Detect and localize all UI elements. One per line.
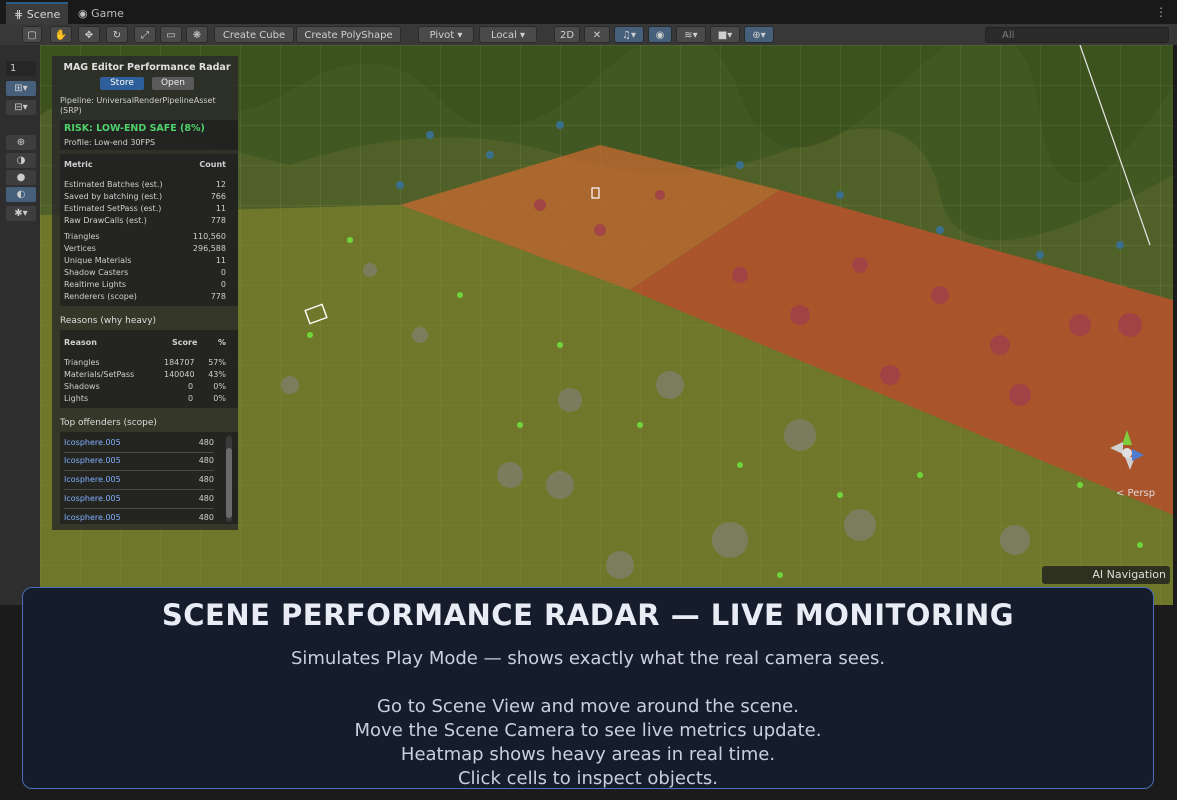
shading-lit-icon[interactable]: ◐ xyxy=(6,187,36,202)
risk-label: RISK: LOW-END SAFE (8%) xyxy=(64,123,205,134)
reason-row: Materials/SetPass 140040 43% xyxy=(64,370,226,379)
gamepad-icon: ◉ xyxy=(78,7,88,20)
move-tool-icon[interactable]: ✥ xyxy=(78,26,100,43)
more-options-icon[interactable]: ⋮ xyxy=(1155,5,1167,19)
scale-tool-icon[interactable]: ⤢ xyxy=(134,26,156,43)
audio-toggle-icon[interactable]: ♫▾ xyxy=(614,26,644,43)
ai-navigation-button[interactable]: AI Navigation xyxy=(1042,566,1170,584)
draw-mode-icon[interactable]: ✱▾ xyxy=(6,206,36,221)
rotate-tool-icon[interactable]: ↻ xyxy=(106,26,128,43)
rect-tool-icon[interactable]: ▭ xyxy=(160,26,182,43)
reason-row: Shadows 0 0% xyxy=(64,382,226,391)
tab-bar: ⋕ Scene ◉ Game ⋮ xyxy=(0,0,1177,25)
metric-row: Unique Materials 11 xyxy=(64,256,226,265)
offender-item[interactable]: Icosphere.005 480 xyxy=(64,475,214,490)
visibility-icon[interactable]: ◉ xyxy=(648,26,672,43)
increment-snap-icon[interactable]: ⊟▾ xyxy=(6,100,36,115)
shading-solid-icon[interactable]: ● xyxy=(6,170,36,185)
lighting-toggle-icon[interactable]: ✕ xyxy=(584,26,610,43)
offender-item[interactable]: Icosphere.005 480 xyxy=(64,438,214,453)
grid-snap-icon[interactable]: ⊞▾ xyxy=(6,81,36,96)
metric-row: Renderers (scope) 778 xyxy=(64,292,226,301)
layers-icon[interactable]: ≋▾ xyxy=(676,26,706,43)
metric-row: Saved by batching (est.) 766 xyxy=(64,192,226,201)
metric-row: Shadow Casters 0 xyxy=(64,268,226,277)
offender-item[interactable]: Icosphere.005 480 xyxy=(64,513,214,527)
caption-title: SCENE PERFORMANCE RADAR — LIVE MONITORIN… xyxy=(161,598,1015,632)
grid-icon: ⋕ xyxy=(14,8,24,21)
offenders-title: Top offenders (scope) xyxy=(60,418,157,428)
offender-item[interactable]: Icosphere.005 480 xyxy=(64,494,214,509)
reasons-header: Reason Score % xyxy=(64,338,226,347)
tab-game[interactable]: ◉ Game xyxy=(70,3,132,24)
metric-row: Estimated SetPass (est.) 11 xyxy=(64,204,226,213)
offenders-scrollbar[interactable] xyxy=(226,436,232,522)
profile-label: Profile: Low-end 30FPS xyxy=(64,138,156,147)
search-input[interactable]: All xyxy=(985,27,1169,43)
shading-mixed-icon[interactable]: ◑ xyxy=(6,153,36,168)
create-polyshape-button[interactable]: Create PolyShape xyxy=(296,26,401,43)
metric-row: Raw DrawCalls (est.) 778 xyxy=(64,216,226,225)
persp-label[interactable]: < Persp xyxy=(1116,488,1155,499)
mode-2d-button[interactable]: 2D xyxy=(554,26,580,43)
tab-scene[interactable]: ⋕ Scene xyxy=(6,2,69,25)
metrics-header: Metric Count xyxy=(64,160,226,169)
metric-row: Triangles 110,560 xyxy=(64,232,226,241)
scene-toolbar: ▢ ✋ ✥ ↻ ⤢ ▭ ❋ Create Cube Create PolySha… xyxy=(0,24,1177,45)
risk-box: RISK: LOW-END SAFE (8%) Profile: Low-end… xyxy=(60,120,238,150)
hand-tool-icon[interactable]: ✋ xyxy=(50,26,72,43)
store-button[interactable]: Store xyxy=(100,77,144,90)
caption-line: Heatmap shows heavy areas in real time. xyxy=(400,744,776,765)
metric-row: Realtime Lights 0 xyxy=(64,280,226,289)
pipeline-text: Pipeline: UniversalRenderPipelineAsset (… xyxy=(60,96,216,115)
open-button[interactable]: Open xyxy=(152,77,194,90)
transform-tool-icon[interactable]: ❋ xyxy=(186,26,208,43)
left-tool-strip: 1 ⊞▾ ⊟▾ ⊕ ◑ ● ◐ ✱▾ xyxy=(0,45,40,605)
reasons-title: Reasons (why heavy) xyxy=(60,316,157,326)
camera-icon[interactable]: ■▾ xyxy=(710,26,740,43)
offender-item[interactable]: Icosphere.005 480 xyxy=(64,456,214,471)
reason-row: Triangles 184707 57% xyxy=(64,358,226,367)
metric-row: Vertices 296,588 xyxy=(64,244,226,253)
performance-radar-panel: MAG Editor Performance Radar Store Open … xyxy=(52,56,238,530)
local-dropdown[interactable]: Local ▾ xyxy=(479,26,537,43)
metric-row: Estimated Batches (est.) 12 xyxy=(64,180,226,189)
reason-row: Lights 0 0% xyxy=(64,394,226,403)
cube-icon[interactable]: ▢ xyxy=(22,26,42,43)
caption-box: SCENE PERFORMANCE RADAR — LIVE MONITORIN… xyxy=(22,587,1154,789)
caption-subtitle: Simulates Play Mode — shows exactly what… xyxy=(290,648,886,669)
create-cube-button[interactable]: Create Cube xyxy=(214,26,294,43)
caption-line: Click cells to inspect objects. xyxy=(457,768,718,789)
shading-wireframe-icon[interactable]: ⊕ xyxy=(6,135,36,150)
gizmos-icon[interactable]: ⊕▾ xyxy=(744,26,774,43)
scrollbar-thumb[interactable] xyxy=(226,448,232,518)
pivot-dropdown[interactable]: Pivot ▾ xyxy=(418,26,474,43)
caption-line: Go to Scene View and move around the sce… xyxy=(377,696,799,717)
layer-field[interactable]: 1 xyxy=(6,61,36,76)
caption-line: Move the Scene Camera to see live metric… xyxy=(354,720,822,741)
panel-title: MAG Editor Performance Radar xyxy=(63,62,231,73)
